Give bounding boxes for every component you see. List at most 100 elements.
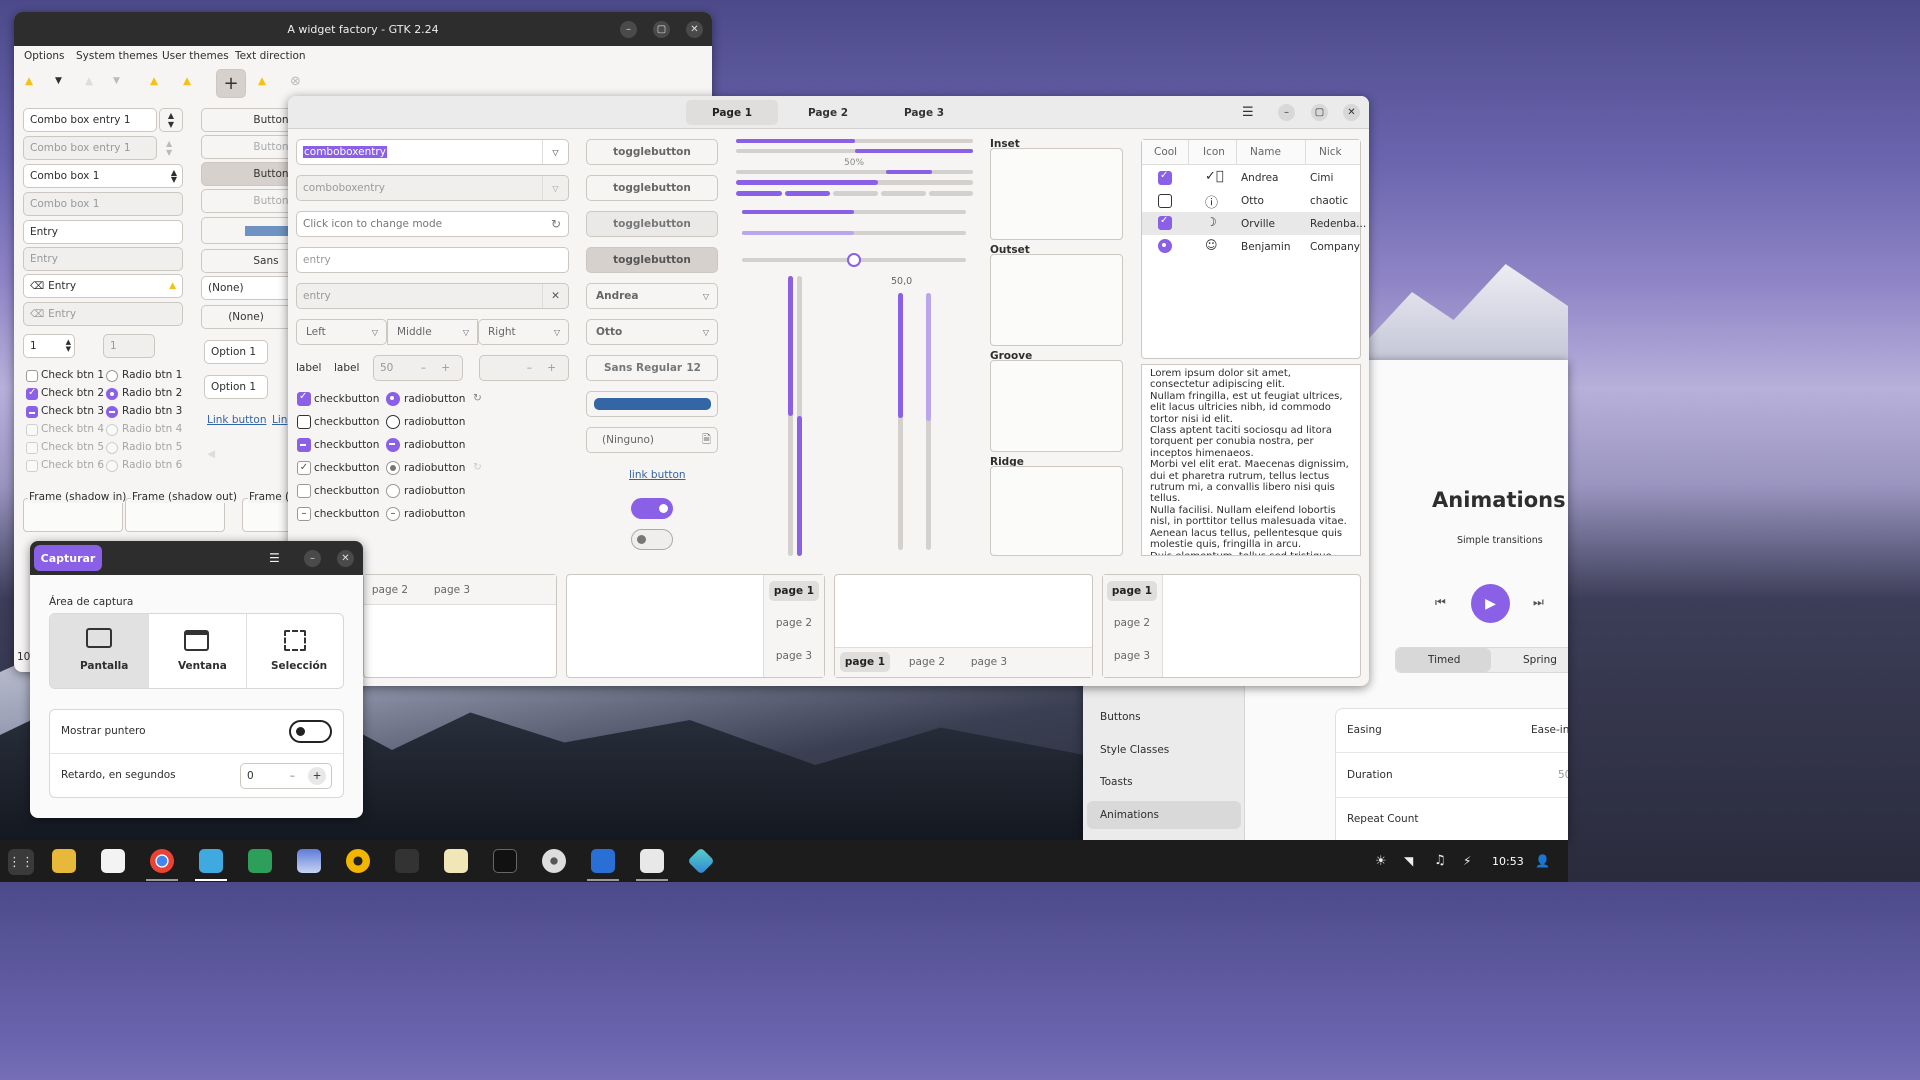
notebook-tab-page-2[interactable]: page 2 [902, 652, 952, 672]
notebook-tab-page-2[interactable]: page 2 [1107, 613, 1157, 633]
add-button[interactable]: + [216, 69, 246, 98]
switch-on[interactable] [631, 498, 673, 519]
tab-page-1[interactable]: Page 1 [686, 100, 778, 125]
togglebutton-active[interactable]: togglebutton [586, 247, 718, 273]
comboboxentry[interactable]: comboboxentry ▽ [296, 139, 569, 165]
skip-back-icon[interactable]: ⏮ [1435, 595, 1446, 610]
notes-icon[interactable] [444, 849, 468, 873]
warning-icon[interactable]: ▲ [25, 75, 33, 87]
radiobutton[interactable] [386, 415, 400, 429]
clear-icon[interactable]: ✕ [542, 284, 568, 308]
app-grid-icon[interactable]: ⋮⋮ [8, 849, 34, 875]
togglebutton[interactable]: togglebutton [586, 139, 718, 165]
text-editor-icon[interactable] [640, 849, 664, 873]
text-view[interactable]: Lorem ipsum dolor sit amet, consectetur … [1141, 364, 1361, 556]
link-button[interactable]: Link button [207, 414, 266, 426]
header-cool[interactable]: Cool [1154, 146, 1177, 158]
none-combo[interactable]: (None) [201, 276, 301, 300]
font-button[interactable]: Sans Regular 12 [586, 355, 718, 381]
documents-icon[interactable] [591, 849, 615, 873]
combo-andrea[interactable]: Andrea ▽ [586, 283, 718, 309]
menu-user-themes[interactable]: User themes [162, 50, 229, 62]
dropdown-arrow-icon[interactable]: ▼ [55, 76, 62, 86]
store-icon[interactable] [101, 849, 125, 873]
spreadsheet-icon[interactable] [248, 849, 272, 873]
minimize-button[interactable]: – [304, 550, 321, 567]
tab-page-3[interactable]: Page 3 [878, 100, 970, 125]
show-pointer-switch[interactable] [289, 720, 332, 743]
file-chooser-button[interactable]: (Ninguno) 🗎 [586, 427, 718, 453]
notebook-tab-page-3[interactable]: page 3 [769, 646, 819, 666]
header-nick[interactable]: Nick [1319, 146, 1342, 158]
combo-left[interactable]: Left ▽ [296, 319, 387, 345]
notebook-tab-page-1[interactable]: page 1 [769, 581, 819, 601]
entry-clear[interactable]: entry ✕ [296, 283, 569, 309]
dropdown-arrow-icon[interactable]: ▽ [542, 140, 568, 164]
arrow-left-icon[interactable]: ◀ [207, 448, 215, 460]
play-button[interactable]: ▶ [1471, 584, 1510, 623]
minimize-button[interactable]: – [1278, 104, 1295, 121]
warning-icon[interactable]: ▲ [258, 75, 266, 87]
checkbutton-mixed[interactable] [297, 438, 311, 452]
mode-seleccion-button[interactable] [246, 614, 344, 688]
scale-slider-handle[interactable] [847, 253, 861, 267]
close-button[interactable]: ✕ [1343, 104, 1360, 121]
terminal-icon[interactable] [493, 849, 517, 873]
refresh-icon[interactable]: ↻ [551, 217, 561, 231]
user-icon[interactable]: 👤 [1535, 854, 1550, 868]
button-pressed[interactable]: Button [201, 162, 301, 186]
font-button[interactable]: Sans [201, 249, 301, 273]
clock[interactable]: 10:53 [1492, 855, 1524, 868]
sidebar-item-buttons[interactable]: Buttons [1100, 711, 1141, 723]
settings-gear-icon[interactable] [542, 849, 566, 873]
notebook-tab-page-2[interactable]: page 2 [370, 580, 410, 600]
entry[interactable]: entry [296, 247, 569, 273]
tree-row-radio[interactable] [1158, 239, 1172, 253]
hamburger-menu-icon[interactable]: ☰ [1242, 105, 1254, 120]
easing-value[interactable]: Ease-in- [1531, 724, 1568, 736]
mode-ventana-button[interactable] [148, 614, 246, 688]
header-icon[interactable]: Icon [1203, 146, 1225, 158]
combo-otto[interactable]: Otto ▽ [586, 319, 718, 345]
radiobutton-selected[interactable] [386, 392, 400, 406]
entry-with-icons[interactable]: ⌫ Entry ▲ [23, 274, 183, 298]
sidebar-item-toasts[interactable]: Toasts [1100, 776, 1133, 788]
spin-arrows-icon[interactable]: ▲ ▼ [66, 339, 71, 353]
camera-icon[interactable] [199, 849, 223, 873]
maximize-button[interactable]: ▢ [1311, 104, 1328, 121]
radiobutton-mixed[interactable] [386, 438, 400, 452]
vertical-scale[interactable] [898, 293, 903, 550]
checkbutton-checked[interactable] [297, 391, 311, 406]
radio-btn-1[interactable] [106, 370, 118, 382]
close-button[interactable]: ✕ [337, 550, 354, 567]
close-button[interactable]: ✕ [686, 21, 703, 38]
tree-row-check[interactable] [1158, 215, 1172, 230]
combo-box[interactable]: Combo box 1 ▲ ▼ [23, 164, 183, 188]
combo-right[interactable]: Right ▽ [478, 319, 569, 345]
notebook-tab-page-3[interactable]: page 3 [432, 580, 472, 600]
mode-entry[interactable]: Click icon to change mode ↻ [296, 211, 569, 237]
radio-btn-2[interactable] [106, 388, 118, 400]
duration-value[interactable]: 50 [1558, 769, 1568, 781]
warning-icon[interactable]: ▲ [183, 75, 191, 87]
mode-pantalla-button[interactable] [50, 614, 148, 688]
maximize-button[interactable]: ▢ [653, 21, 670, 38]
radio-btn-3[interactable] [106, 406, 118, 418]
chrome-icon[interactable] [150, 849, 174, 873]
image-viewer-icon[interactable] [297, 849, 321, 873]
backspace-icon[interactable]: ⌫ [30, 281, 44, 292]
notebook-tab-page-1[interactable]: page 1 [1107, 581, 1157, 601]
none-button[interactable]: (None) [201, 305, 301, 329]
plus-icon[interactable]: + [308, 767, 326, 785]
hamburger-menu-icon[interactable]: ☰ [269, 551, 280, 565]
delay-spin[interactable]: 0 – + [240, 763, 332, 789]
spin-button[interactable]: 1 ▲ ▼ [23, 334, 75, 358]
notebook-tab-page-2[interactable]: page 2 [769, 613, 819, 633]
combo-middle[interactable]: Middle ▽ [387, 319, 478, 345]
option-spin-2[interactable]: Option 1 [204, 375, 268, 399]
brightness-icon[interactable]: ☀ [1375, 854, 1387, 869]
capture-button[interactable]: Capturar [34, 545, 102, 571]
tree-row-check[interactable] [1158, 170, 1172, 185]
wifi-icon[interactable]: ◥ [1404, 854, 1413, 868]
scale[interactable] [742, 210, 966, 214]
